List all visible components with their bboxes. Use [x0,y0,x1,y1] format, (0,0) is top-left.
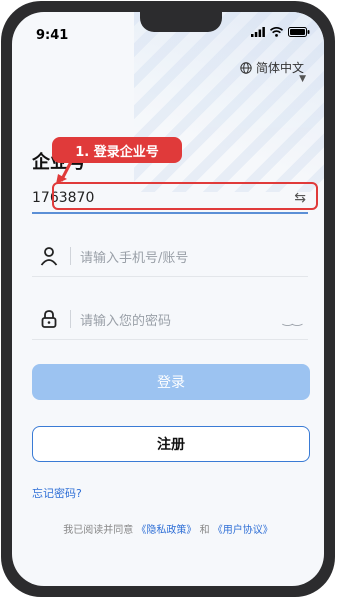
notch [140,12,222,32]
privacy-policy-link[interactable]: 《隐私政策》 [136,525,196,536]
background-decoration [134,12,324,192]
register-button[interactable]: 注册 [32,426,310,462]
forgot-password-link[interactable]: 忘记密码? [32,485,82,501]
login-button[interactable]: 登录 [32,364,310,400]
language-selector[interactable]: 简体中文 [240,59,304,76]
account-input[interactable]: 请输入手机号/账号 [80,247,188,266]
battery-icon [288,27,310,37]
signal-icon [251,27,265,37]
annotation-label: 1. 登录企业号 [52,137,182,163]
eye-closed-icon[interactable]: ‿‿ [283,312,302,326]
app-screen: 9:41 简体中文 ▼ 1763870 ⇆ 1. 登录企业号 请输入手机号/账号… [12,12,324,586]
user-agreement-link[interactable]: 《用户协议》 [213,525,273,536]
agreement-and: 和 [199,525,210,536]
language-label: 简体中文 [255,61,304,75]
lock-icon [41,310,57,328]
user-icon [40,247,58,266]
password-input[interactable]: 请输入您的密码 [80,310,171,329]
input-divider [70,310,71,328]
phone-frame: 9:41 简体中文 ▼ 1763870 ⇆ 1. 登录企业号 请输入手机号/账号… [1,1,335,597]
agreement-text: 我已阅读并同意 《隐私政策》 和 《用户协议》 [12,521,324,536]
wifi-icon [270,27,283,37]
globe-icon [240,61,252,74]
input-divider [70,247,71,265]
account-input-row[interactable]: 请输入手机号/账号 [32,236,308,277]
agreement-prefix: 我已阅读并同意 [63,525,134,536]
annotation-highlight-box [52,182,318,210]
status-time: 9:41 [36,28,69,43]
password-input-row[interactable]: 请输入您的密码 ‿‿ [32,299,308,340]
status-icons [251,27,310,37]
chevron-down-icon[interactable]: ▼ [299,74,306,84]
